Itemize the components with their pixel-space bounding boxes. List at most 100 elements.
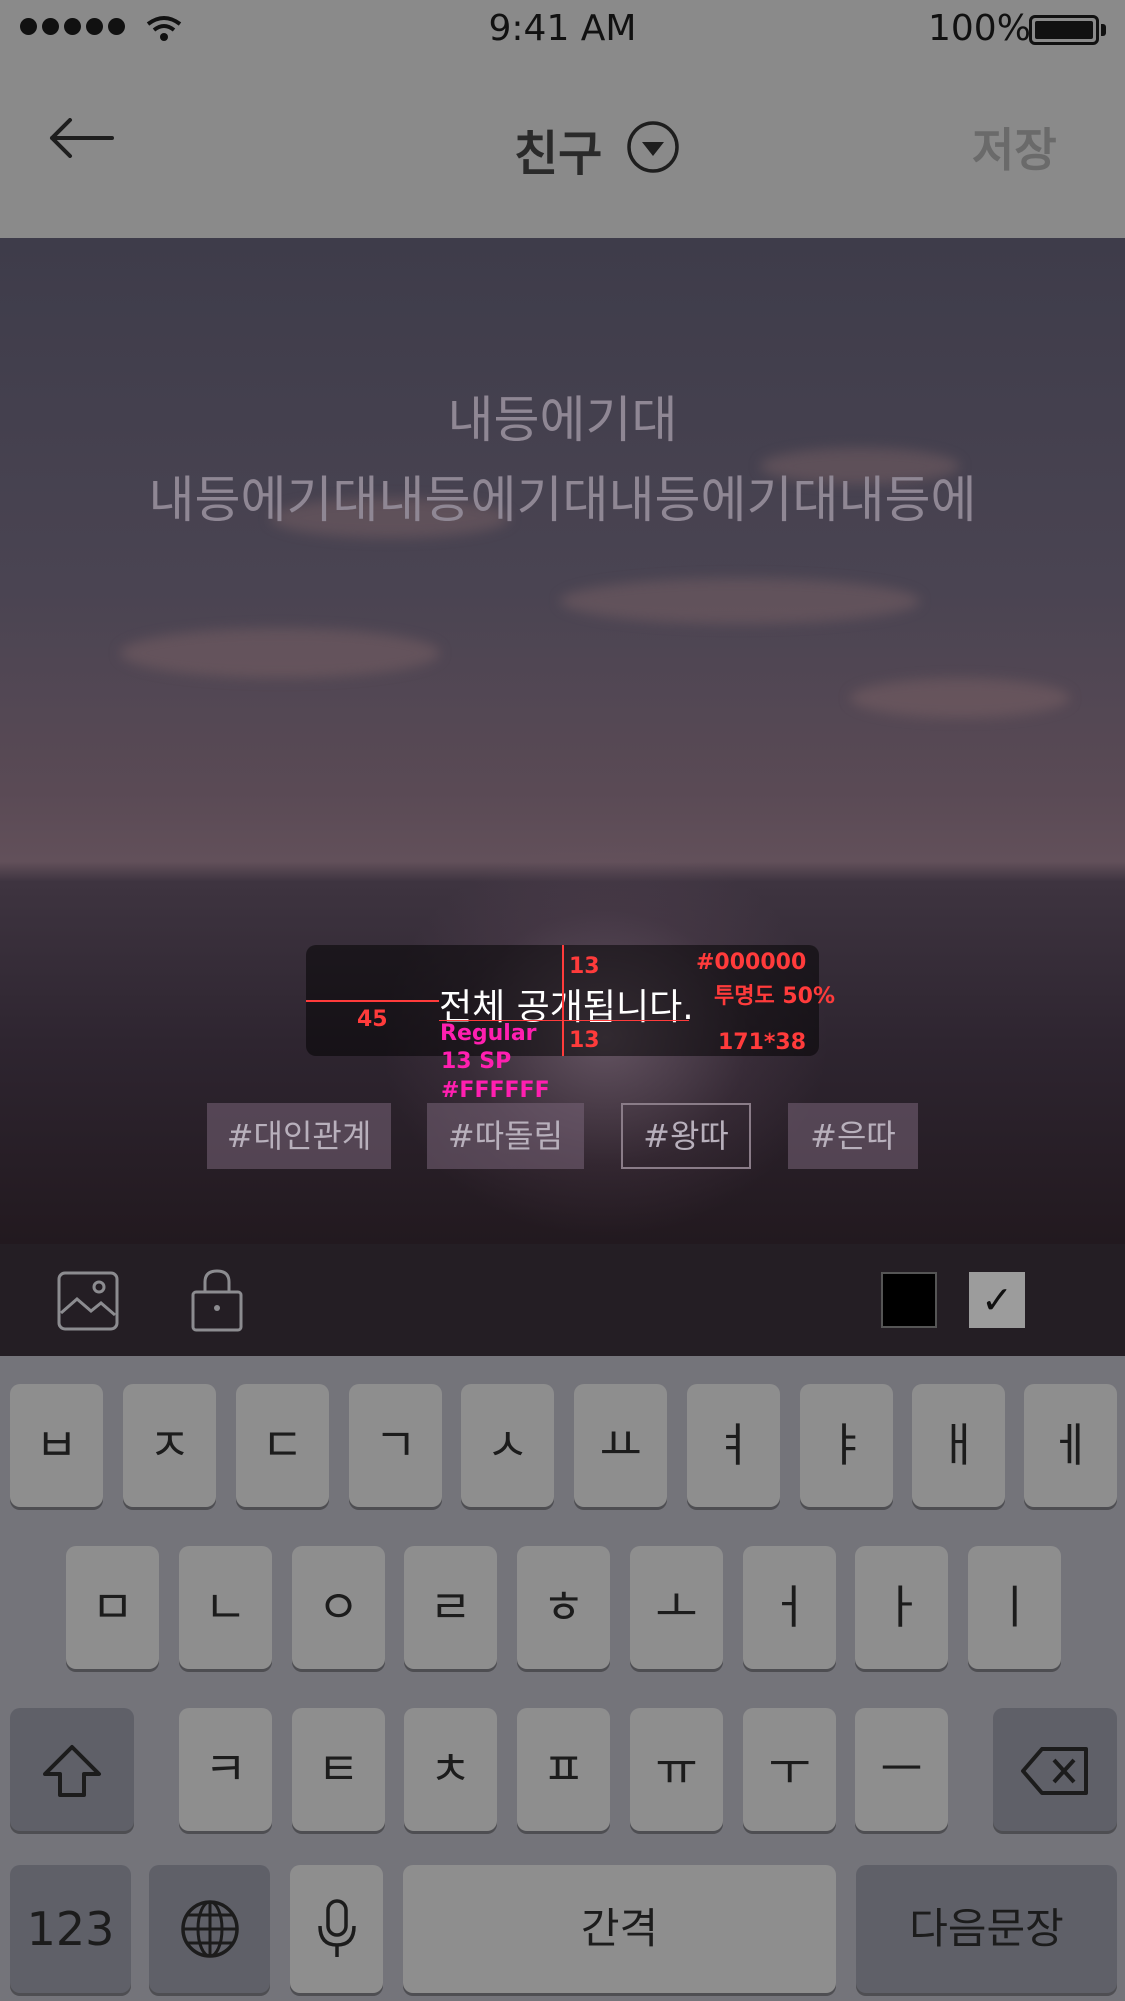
backspace-key[interactable] [993,1708,1117,1831]
key-label: ㅐ [937,1418,980,1472]
key[interactable]: ㅡ [855,1708,948,1831]
key[interactable]: ㅅ [461,1384,554,1507]
key-label: ㅕ [712,1418,755,1472]
nav-header: 친구 저장 [0,62,1125,238]
key-label: ㅡ [880,1742,923,1796]
tag-chip[interactable]: #대인관계 [207,1103,391,1169]
key-label: ㅗ [655,1580,698,1634]
key[interactable]: ㅎ [517,1546,610,1669]
key[interactable]: ㅍ [517,1708,610,1831]
microphone-key[interactable] [290,1865,383,1993]
lock-icon[interactable] [190,1268,244,1334]
annotation-line-horizontal [306,1000,439,1002]
key-label: ㅍ [542,1742,585,1796]
annotation-padding-top: 13 [569,954,600,979]
annotation-line-vertical [562,945,564,1056]
key[interactable]: ㅌ [292,1708,385,1831]
key[interactable]: ㄷ [236,1384,329,1507]
key-label: ㅜ [768,1742,811,1796]
chevron-down-circle-icon[interactable] [626,120,680,174]
microphone-icon [317,1899,356,1957]
space-key[interactable]: 간격 [403,1865,836,1993]
key[interactable]: ㅊ [404,1708,497,1831]
key[interactable]: ㅔ [1024,1384,1117,1507]
color-swatch-black[interactable] [881,1272,937,1328]
key[interactable]: ㅗ [630,1546,723,1669]
editor-toolbar: ✓ [0,1244,1125,1356]
key[interactable]: ㅕ [687,1384,780,1507]
annotation-opacity: 투명도 50% [714,984,836,1009]
key-label: ㅑ [825,1418,868,1472]
annotation-font-weight: Regular [440,1021,537,1046]
key-label: 간격 [580,1904,659,1953]
key-label: ㅛ [599,1418,642,1472]
back-arrow-icon[interactable] [48,118,114,158]
battery-nub [1101,24,1106,36]
annotation-padding-bottom: 13 [569,1028,600,1053]
image-icon[interactable] [57,1271,119,1331]
numbers-key[interactable]: 123 [10,1865,131,1993]
key[interactable]: ㅠ [630,1708,723,1831]
annotation-size: 171*38 [718,1030,807,1055]
shift-key[interactable] [10,1708,134,1831]
key[interactable]: ㄹ [404,1546,497,1669]
caption-line-2: 내등에기대내등에기대내등에기대내등에 [148,471,977,529]
globe-key[interactable] [149,1865,270,1993]
key[interactable]: ㅏ [855,1546,948,1669]
page-title[interactable]: 친구 [514,114,602,184]
key[interactable]: ㅑ [800,1384,893,1507]
annotation-bg-color: #000000 [696,950,807,975]
key-label: 다음문장 [909,1904,1064,1953]
key-label: ㅂ [35,1418,78,1472]
status-bar: 9:41 AM 100% [0,0,1125,62]
key-label: ㅠ [655,1742,698,1796]
key-label: ㅁ [91,1580,134,1634]
key[interactable]: ㅓ [743,1546,836,1669]
battery-icon [1029,15,1099,45]
key-label: ㅈ [148,1418,191,1472]
battery-percent: 100% [928,8,1031,49]
caption-text[interactable]: 내등에기대 내등에기대내등에기대내등에기대내등에 [0,380,1125,540]
key[interactable]: ㅜ [743,1708,836,1831]
annotation-font-size: 13 SP [441,1049,512,1074]
tag-chip-selected[interactable]: #왕따 [621,1103,751,1169]
key-label: ㅣ [993,1580,1036,1634]
key-label: ㄱ [374,1418,417,1472]
key[interactable]: ㅋ [179,1708,272,1831]
key[interactable]: ㅇ [292,1546,385,1669]
return-key[interactable]: 다음문장 [856,1865,1117,1993]
caption-line-1: 내등에기대 [447,391,678,449]
key-label: ㅌ [317,1742,360,1796]
annotation-font-color: #FFFFFF [441,1078,550,1103]
key[interactable]: ㄱ [349,1384,442,1507]
key[interactable]: ㅐ [912,1384,1005,1507]
save-button[interactable]: 저장 [972,114,1057,180]
globe-icon [180,1900,239,1958]
key-label: 123 [26,1902,115,1956]
key[interactable]: ㅣ [968,1546,1061,1669]
key-label: ㅅ [486,1418,529,1472]
key[interactable]: ㅁ [66,1546,159,1669]
key-label: ㄴ [204,1580,247,1634]
keyboard: ㅂ ㅈ ㄷ ㄱ ㅅ ㅛ ㅕ ㅑ ㅐ ㅔ ㅁ ㄴ ㅇ ㄹ ㅎ ㅗ ㅓ ㅏ ㅣ ㅋ … [0,1356,1125,2001]
key-label: ㅓ [768,1580,811,1634]
key-label: ㅎ [542,1580,585,1634]
checkbox-checked-icon[interactable]: ✓ [969,1272,1025,1328]
cloud-shape [120,628,440,678]
key-label: ㅊ [429,1742,472,1796]
key[interactable]: ㅈ [123,1384,216,1507]
shift-icon [43,1745,101,1797]
annotation-padding-left: 45 [357,1007,388,1032]
key-label: ㄷ [261,1418,304,1472]
cloud-shape [560,578,920,624]
tag-chip[interactable]: #따돌림 [427,1103,584,1169]
tag-chip[interactable]: #은따 [788,1103,918,1169]
key-label: ㅔ [1049,1418,1092,1472]
backspace-icon [1021,1747,1088,1795]
key[interactable]: ㅛ [574,1384,667,1507]
key-label: ㅇ [317,1580,360,1634]
key[interactable]: ㄴ [179,1546,272,1669]
key[interactable]: ㅂ [10,1384,103,1507]
key-label: ㄹ [429,1580,472,1634]
key-label: ㅏ [880,1580,923,1634]
